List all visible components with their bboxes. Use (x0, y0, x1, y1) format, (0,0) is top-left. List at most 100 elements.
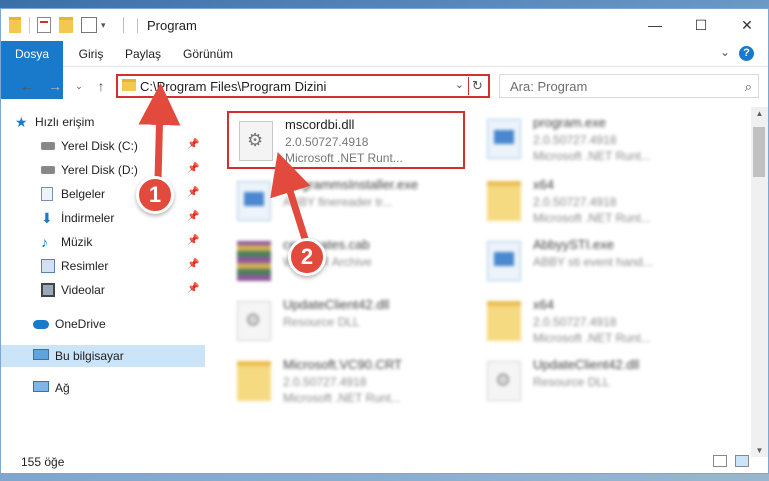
file-item[interactable]: Microsoft.VC90.CRT 2.0.50727.4918 Micros… (227, 353, 465, 411)
file-item[interactable]: program.exe 2.0.50727.4918 Microsoft .NE… (477, 111, 715, 169)
cloud-icon (33, 320, 49, 329)
folder-icon (9, 17, 21, 33)
pin-icon[interactable]: 📌 (187, 235, 199, 246)
file-version: 2.0.50727.4918 (533, 195, 617, 209)
help-icon[interactable]: ? (739, 46, 754, 61)
music-icon: ♪ (41, 234, 48, 250)
exe-icon (237, 181, 271, 221)
sidebar-item-documents[interactable]: Belgeler 📌 (1, 183, 205, 205)
file-name: UpdateClient42.dll (533, 357, 640, 372)
file-item[interactable]: AbbyySTI.exe ABBY sti event hand... (477, 233, 715, 291)
file-description: Microsoft .NET Runt... (533, 331, 651, 345)
file-list: mscordbi.dll 2.0.50727.4918 Microsoft .N… (219, 107, 739, 447)
dll-icon (237, 301, 271, 341)
vertical-scrollbar[interactable]: ▲ ▼ (751, 107, 768, 457)
scroll-up-icon[interactable]: ▲ (751, 109, 768, 118)
file-description: Microsoft .NET Runt... (283, 391, 401, 405)
divider (137, 19, 138, 33)
sidebar-item-label: OneDrive (55, 317, 106, 331)
sidebar-item-onedrive[interactable]: OneDrive (1, 313, 205, 335)
drive-icon (41, 142, 55, 150)
chevron-down-icon[interactable]: ⌄ (455, 78, 464, 91)
folder-icon (122, 79, 136, 91)
view-icon[interactable] (81, 17, 97, 33)
file-name: UpdateClient42.dll (283, 297, 390, 312)
tab-view[interactable]: Görünüm (177, 41, 239, 67)
pin-icon[interactable]: 📌 (187, 211, 199, 222)
chevron-down-icon[interactable]: ⌄ (720, 45, 730, 59)
sidebar-item-this-pc[interactable]: Bu bilgisayar (1, 345, 205, 367)
sidebar-item-pictures[interactable]: Resimler 📌 (1, 255, 205, 277)
file-description: Resource DLL (283, 315, 360, 329)
address-bar[interactable]: C:\Program Files\Program Dizini ⌄ ↻ (116, 74, 490, 98)
file-description: Microsoft .NET Runt... (533, 149, 651, 163)
pin-icon[interactable]: 📌 (187, 283, 199, 294)
title-bar: ▾ Program — ☐ ✕ (1, 9, 768, 41)
exe-icon (487, 241, 521, 281)
tab-home[interactable]: Giriş (71, 41, 111, 67)
sidebar-item-local-disk-d[interactable]: Yerel Disk (D:) 📌 (1, 159, 205, 181)
file-name: AbbyySTI.exe (533, 237, 614, 252)
file-item[interactable]: certificates.cab WinRAR Archive (227, 233, 465, 291)
maximize-button[interactable]: ☐ (678, 9, 724, 41)
item-count: 155 öğe (21, 455, 65, 469)
file-version: 2.0.50727.4918 (283, 375, 367, 389)
pin-icon[interactable]: 📌 (187, 259, 199, 270)
sidebar-item-label: Yerel Disk (D:) (61, 163, 138, 177)
sidebar-item-videos[interactable]: Videolar 📌 (1, 279, 205, 301)
sidebar-item-downloads[interactable]: ⬇ İndirmeler 📌 (1, 207, 205, 229)
file-name: program.exe (533, 115, 606, 130)
pin-icon[interactable]: 📌 (187, 139, 199, 150)
sidebar-item-label: Yerel Disk (C:) (61, 139, 138, 153)
archive-icon (237, 241, 271, 281)
sidebar-item-label: Videolar (61, 283, 105, 297)
sidebar-item-label: Belgeler (61, 187, 106, 201)
folder-icon (487, 301, 521, 341)
step-badge-2: 2 (288, 238, 326, 276)
details-view-icon[interactable] (713, 455, 727, 467)
address-path[interactable]: C:\Program Files\Program Dizini (140, 79, 326, 94)
pin-icon[interactable]: 📌 (187, 187, 199, 198)
file-description: Resource DLL (533, 375, 610, 389)
minimize-button[interactable]: — (632, 9, 678, 41)
sidebar-item-label: Müzik (61, 235, 93, 249)
scrollbar-thumb[interactable] (753, 127, 765, 177)
recent-locations-icon[interactable]: ⌄ (69, 76, 89, 96)
file-name: Microsoft.VC90.CRT (283, 357, 402, 372)
file-description: ABBY finereader tr... (283, 195, 393, 209)
tab-share[interactable]: Paylaş (121, 41, 165, 67)
divider (29, 17, 30, 33)
up-icon[interactable]: ↑ (91, 76, 111, 96)
file-item[interactable]: programmsInstaller.exe ABBY finereader t… (227, 173, 465, 231)
sidebar-item-quick-access[interactable]: ★ Hızlı erişim (1, 111, 205, 133)
customize-toolbar-icon[interactable]: ▾ (101, 17, 111, 33)
status-bar: 155 öğe (1, 451, 768, 473)
sidebar-item-label: Resimler (61, 259, 109, 273)
refresh-icon[interactable]: ↻ (468, 77, 486, 95)
file-item[interactable]: UpdateClient42.dll Resource DLL (477, 353, 715, 411)
search-input[interactable]: Ara: Program ⌕ (499, 74, 759, 98)
search-icon[interactable]: ⌕ (745, 79, 752, 95)
ribbon-tabs: Dosya Giriş Paylaş Görünüm ⌄ ? (1, 41, 768, 99)
sidebar-item-network[interactable]: Ağ (1, 377, 205, 399)
step-badge-1: 1 (136, 176, 174, 214)
new-folder-icon[interactable] (59, 17, 73, 33)
forward-icon[interactable]: → (45, 76, 65, 96)
explorer-window: ▾ Program — ☐ ✕ Dosya Giriş Paylaş Görün… (0, 8, 769, 474)
close-button[interactable]: ✕ (724, 9, 769, 41)
file-item[interactable]: x64 2.0.50727.4918 Microsoft .NET Runt..… (477, 173, 715, 231)
sidebar-item-music[interactable]: ♪ Müzik 📌 (1, 231, 205, 253)
pin-icon[interactable]: 📌 (187, 163, 199, 174)
drive-icon (41, 166, 55, 174)
documents-icon (41, 187, 53, 201)
properties-icon[interactable] (37, 17, 51, 33)
navigation-pane: ★ Hızlı erişim Yerel Disk (C:) 📌 Yerel D… (1, 107, 205, 447)
file-item[interactable]: UpdateClient42.dll Resource DLL (227, 293, 465, 351)
file-item-mscordbi[interactable]: mscordbi.dll 2.0.50727.4918 Microsoft .N… (227, 111, 465, 169)
large-icons-view-icon[interactable] (735, 455, 749, 467)
dll-icon (487, 361, 521, 401)
back-icon[interactable]: ← (17, 76, 37, 96)
sidebar-item-local-disk-c[interactable]: Yerel Disk (C:) 📌 (1, 135, 205, 157)
star-icon: ★ (15, 114, 28, 130)
file-item[interactable]: x64 2.0.50727.4918 Microsoft .NET Runt..… (477, 293, 715, 351)
